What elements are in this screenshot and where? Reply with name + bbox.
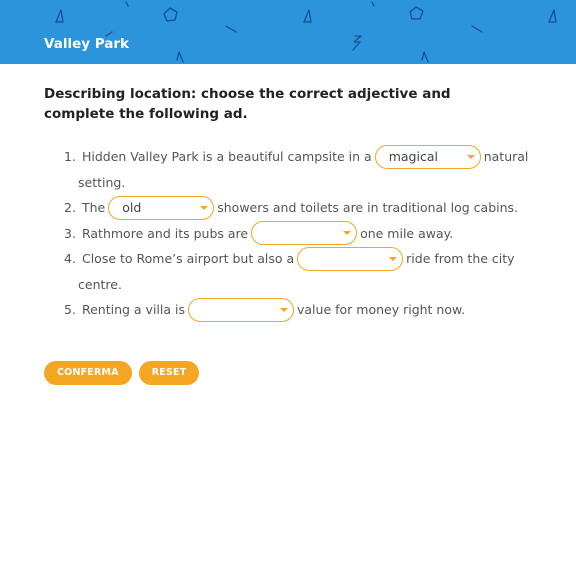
list-item: 5. Renting a villa is value for money rig…: [64, 297, 534, 323]
header-doodles: [55, 1, 557, 63]
item-text-after: showers and toilets are in traditional l…: [217, 200, 519, 215]
caret-down-icon: [389, 256, 398, 261]
caret-down-icon: [280, 307, 288, 312]
reset-button[interactable]: RESET: [138, 361, 200, 385]
item-text-before: Hidden Valley Park is a beautiful campsi…: [81, 149, 372, 164]
adjective-dropdown[interactable]: [251, 221, 358, 245]
exercise-list: 1. Hidden Valley Park is a beautiful cam…: [64, 144, 534, 323]
item-text-after: one mile away.: [360, 225, 454, 241]
item-text-before: The: [81, 200, 106, 215]
caret-down-icon: [200, 205, 209, 210]
list-item: 3. Rathmore and its pubs are one mile awa…: [64, 221, 534, 247]
item-text-before: Renting a villa is: [81, 302, 185, 317]
item-text-after: ride from the city: [406, 251, 515, 266]
action-buttons: CONFERMA RESET: [44, 360, 201, 385]
dropdown-value: old: [122, 199, 142, 215]
confirm-button[interactable]: CONFERMA: [44, 361, 132, 385]
item-number: 5.: [64, 302, 76, 317]
item-number: 1.: [64, 149, 76, 164]
item-text-after: natural: [483, 149, 529, 164]
item-number: 4.: [64, 251, 76, 266]
list-item: 1. Hidden Valley Park is a beautiful cam…: [64, 144, 534, 195]
item-number: 2.: [64, 200, 76, 215]
header-bar: Valley Park: [0, 0, 576, 64]
list-item: 4. Close to Rome’s airport but also a rid…: [64, 246, 534, 297]
item-text-before: Rathmore and its pubs are: [81, 225, 249, 241]
item-number: 3.: [64, 225, 76, 241]
adjective-dropdown[interactable]: [297, 246, 404, 271]
caret-down-icon: [343, 231, 352, 235]
instructions-text: Describing location: choose the correct …: [44, 86, 451, 122]
item-text-continued: setting.: [78, 174, 126, 190]
item-text-continued: centre.: [78, 276, 122, 292]
page-title: Valley Park: [44, 36, 130, 52]
caret-down-icon: [466, 154, 475, 159]
adjective-dropdown[interactable]: [188, 297, 294, 322]
item-text-after: value for money right now.: [297, 302, 466, 317]
dropdown-value: magical: [388, 148, 438, 164]
adjective-dropdown[interactable]: old: [108, 195, 215, 220]
list-item: 2. The old showers and toilets are in trad…: [64, 195, 534, 221]
item-text-before: Close to Rome’s airport but also a: [81, 251, 295, 266]
adjective-dropdown[interactable]: magical: [374, 144, 481, 169]
